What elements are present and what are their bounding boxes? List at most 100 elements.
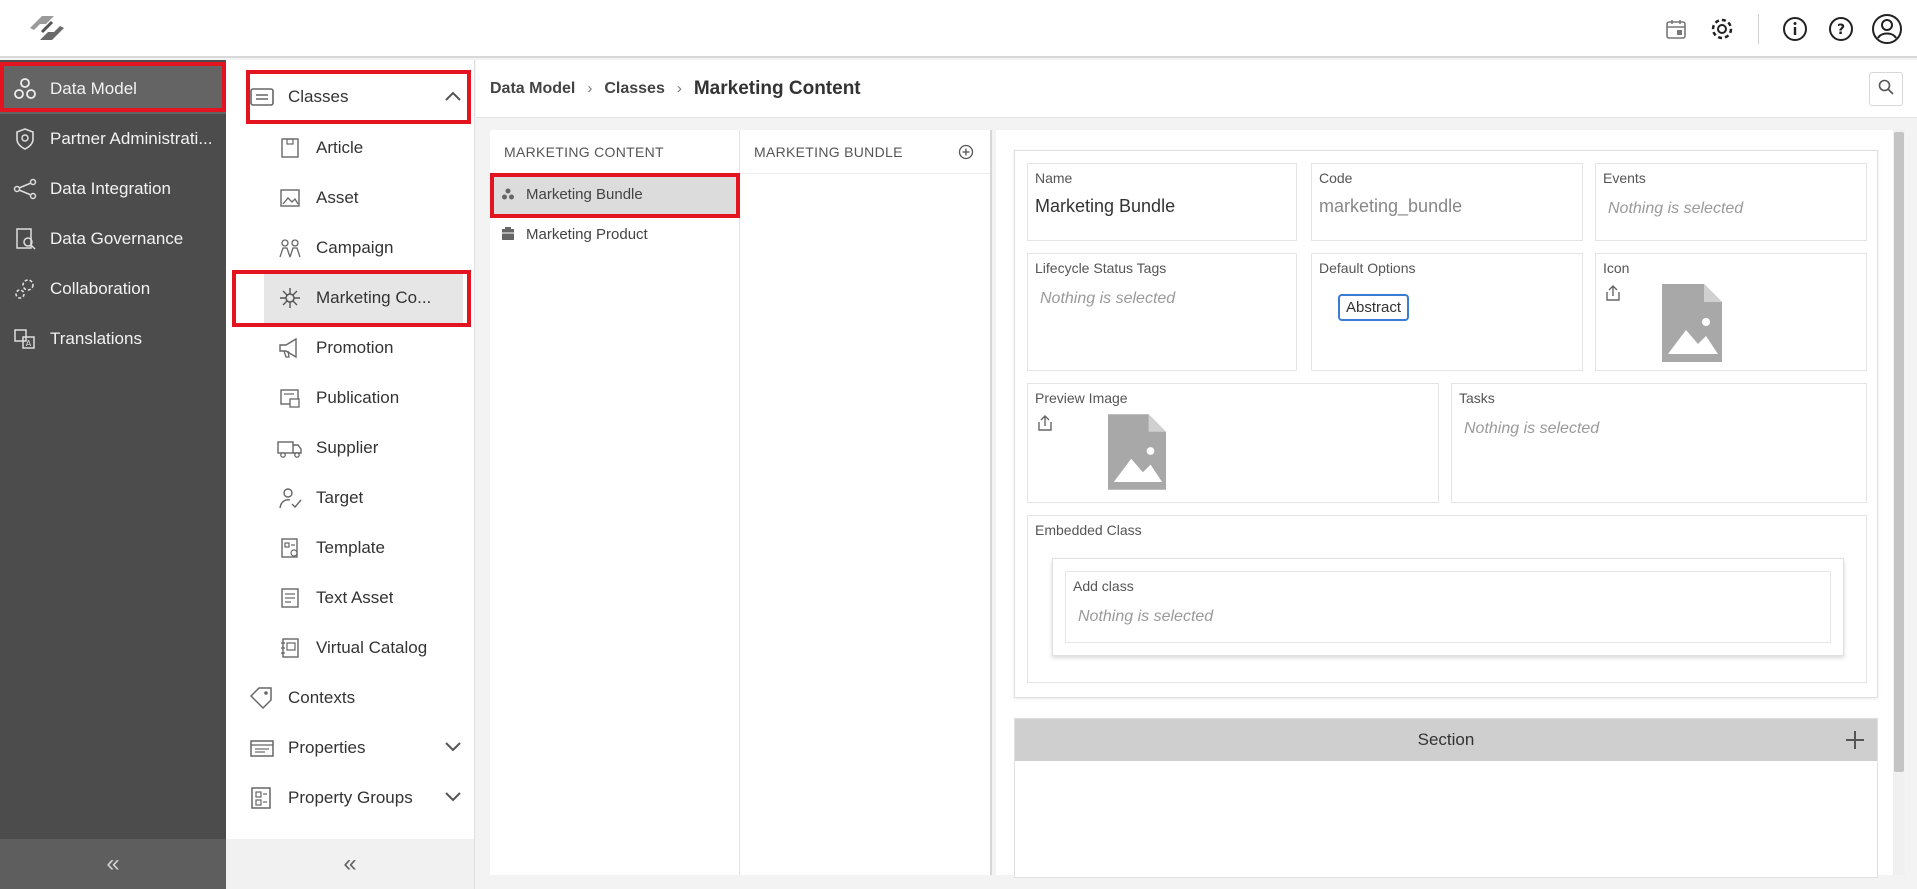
collapse-sidebar-button[interactable]: « <box>0 839 226 889</box>
sidebar-item-translations[interactable]: A Translations <box>0 314 226 364</box>
search-icon <box>1878 79 1894 100</box>
tag-icon <box>248 684 276 712</box>
sidebar-item-promotion[interactable]: Promotion <box>276 323 473 373</box>
integration-icon <box>12 176 38 202</box>
sidebar-item-partner-administration[interactable]: Partner Administrati... <box>0 114 226 164</box>
events-empty-value: Nothing is selected <box>1608 200 1744 217</box>
embedded-class-field: Embedded Class Add class Nothing is sele… <box>1027 515 1867 683</box>
sidebar-item-data-governance[interactable]: Data Governance <box>0 214 226 264</box>
field-label: Tasks <box>1459 390 1495 406</box>
megaphone-icon <box>276 334 304 362</box>
sidebar-item-properties[interactable]: Properties <box>248 723 473 773</box>
product-icon <box>500 226 516 242</box>
column-header: MARKETING BUNDLE <box>740 130 990 174</box>
sidebar-item-label: Marketing Co... <box>316 288 432 307</box>
scrollbar[interactable] <box>1893 130 1905 875</box>
sidebar-item-article[interactable]: Article <box>276 123 473 173</box>
toolbar-divider <box>1758 14 1759 44</box>
name-value: Marketing Bundle <box>1035 196 1176 216</box>
sidebar-item-template[interactable]: Template <box>276 523 473 573</box>
sidebar-item-label: Publication <box>316 388 400 407</box>
search-button[interactable] <box>1869 72 1903 106</box>
code-field[interactable]: Code marketing_bundle <box>1311 163 1583 241</box>
sidebar-item-collaboration[interactable]: Collaboration <box>0 264 226 314</box>
collapse-secondary-sidebar-button[interactable]: « <box>226 839 474 889</box>
image-placeholder-icon <box>1108 414 1166 495</box>
sidebar-item-contexts[interactable]: Contexts <box>248 673 473 723</box>
sidebar-item-asset[interactable]: Asset <box>276 173 473 223</box>
main-content: Data Model › Classes › Marketing Content… <box>476 60 1917 889</box>
add-class-field[interactable]: Add class Nothing is selected <box>1065 571 1831 643</box>
field-label: Embedded Class <box>1035 522 1142 538</box>
marketing-content-icon <box>276 284 304 312</box>
embedded-class-box: Add class Nothing is selected <box>1052 558 1844 656</box>
calendar-icon[interactable] <box>1660 13 1692 45</box>
template-icon <box>276 534 304 562</box>
field-label: Lifecycle Status Tags <box>1035 260 1167 276</box>
add-section-icon[interactable] <box>1843 728 1867 752</box>
page-title: Marketing Content <box>693 77 861 99</box>
sidebar-item-supplier[interactable]: Supplier <box>276 423 473 473</box>
column-header-label: MARKETING BUNDLE <box>754 143 903 160</box>
events-field[interactable]: Events Nothing is selected <box>1595 163 1867 241</box>
code-value: marketing_bundle <box>1319 196 1463 216</box>
chevron-down-icon[interactable] <box>443 737 463 757</box>
double-chevron-left-icon: « <box>343 850 357 877</box>
help-icon[interactable]: ? <box>1825 13 1857 45</box>
governance-icon <box>12 226 38 252</box>
field-label: Name <box>1035 170 1073 186</box>
sidebar-item-label: Properties <box>288 738 366 757</box>
chevron-down-icon[interactable] <box>443 787 463 807</box>
section-header: Section <box>1015 719 1877 761</box>
lifecycle-status-tags-field[interactable]: Lifecycle Status Tags Nothing is selecte… <box>1027 253 1297 371</box>
class-detail-panel: Name Marketing Bundle Code marketing_bun… <box>996 130 1905 878</box>
chevron-up-icon[interactable] <box>443 86 463 106</box>
sidebar-item-label: Campaign <box>316 238 394 257</box>
sidebar-item-campaign[interactable]: Campaign <box>276 223 473 273</box>
sidebar-item-label: Virtual Catalog <box>316 638 428 657</box>
sidebar-item-classes[interactable]: Classes <box>248 72 473 122</box>
tasks-field[interactable]: Tasks Nothing is selected <box>1451 383 1867 503</box>
sidebar-item-label: Contexts <box>288 688 356 707</box>
field-label: Icon <box>1603 260 1630 276</box>
sidebar-item-label: Translations <box>50 329 142 348</box>
tasks-empty-value: Nothing is selected <box>1464 420 1600 437</box>
sidebar-item-text-asset[interactable]: Text Asset <box>276 573 473 623</box>
lifecycle-empty-value: Nothing is selected <box>1040 290 1176 307</box>
gear-icon[interactable] <box>1706 13 1738 45</box>
breadcrumb-item[interactable]: Data Model <box>490 80 575 98</box>
sidebar-item-data-model[interactable]: Data Model <box>0 64 226 114</box>
add-circle-icon[interactable] <box>958 144 974 160</box>
campaign-icon <box>276 234 304 262</box>
user-icon[interactable] <box>1871 13 1903 45</box>
upload-icon[interactable] <box>1604 284 1622 302</box>
list-item-marketing-bundle[interactable]: Marketing Bundle <box>490 174 739 214</box>
section-title: Section <box>1417 730 1475 749</box>
add-class-empty-value: Nothing is selected <box>1078 608 1214 625</box>
svg-text:?: ? <box>1837 22 1845 38</box>
section-panel: Section <box>1014 718 1878 878</box>
breadcrumb: Data Model › Classes › Marketing Content <box>476 60 1917 118</box>
app-logo-icon[interactable] <box>24 10 70 46</box>
property-groups-icon <box>248 784 276 812</box>
sidebar-item-property-groups[interactable]: Property Groups <box>248 773 473 823</box>
breadcrumb-separator: › <box>587 80 593 97</box>
list-item-marketing-product[interactable]: Marketing Product <box>490 214 739 254</box>
default-options-field: Default Options Abstract <box>1311 253 1583 371</box>
sidebar-item-publication[interactable]: Publication <box>276 373 473 423</box>
upload-icon[interactable] <box>1036 414 1054 432</box>
article-icon <box>276 134 304 162</box>
sidebar-item-target[interactable]: Target <box>276 473 473 523</box>
breadcrumb-item[interactable]: Classes <box>604 80 665 98</box>
sidebar-item-label: Article <box>316 138 364 157</box>
info-icon[interactable] <box>1779 13 1811 45</box>
sidebar-item-marketing-content[interactable]: Marketing Co... <box>264 273 463 323</box>
scrollbar-thumb[interactable] <box>1894 132 1904 772</box>
abstract-option-chip[interactable]: Abstract <box>1338 294 1410 321</box>
sidebar-item-virtual-catalog[interactable]: Virtual Catalog <box>276 623 473 673</box>
name-field[interactable]: Name Marketing Bundle <box>1027 163 1297 241</box>
collaboration-icon <box>12 276 38 302</box>
sidebar-item-data-integration[interactable]: Data Integration <box>0 164 226 214</box>
text-asset-icon <box>276 584 304 612</box>
field-label: Default Options <box>1319 260 1416 276</box>
